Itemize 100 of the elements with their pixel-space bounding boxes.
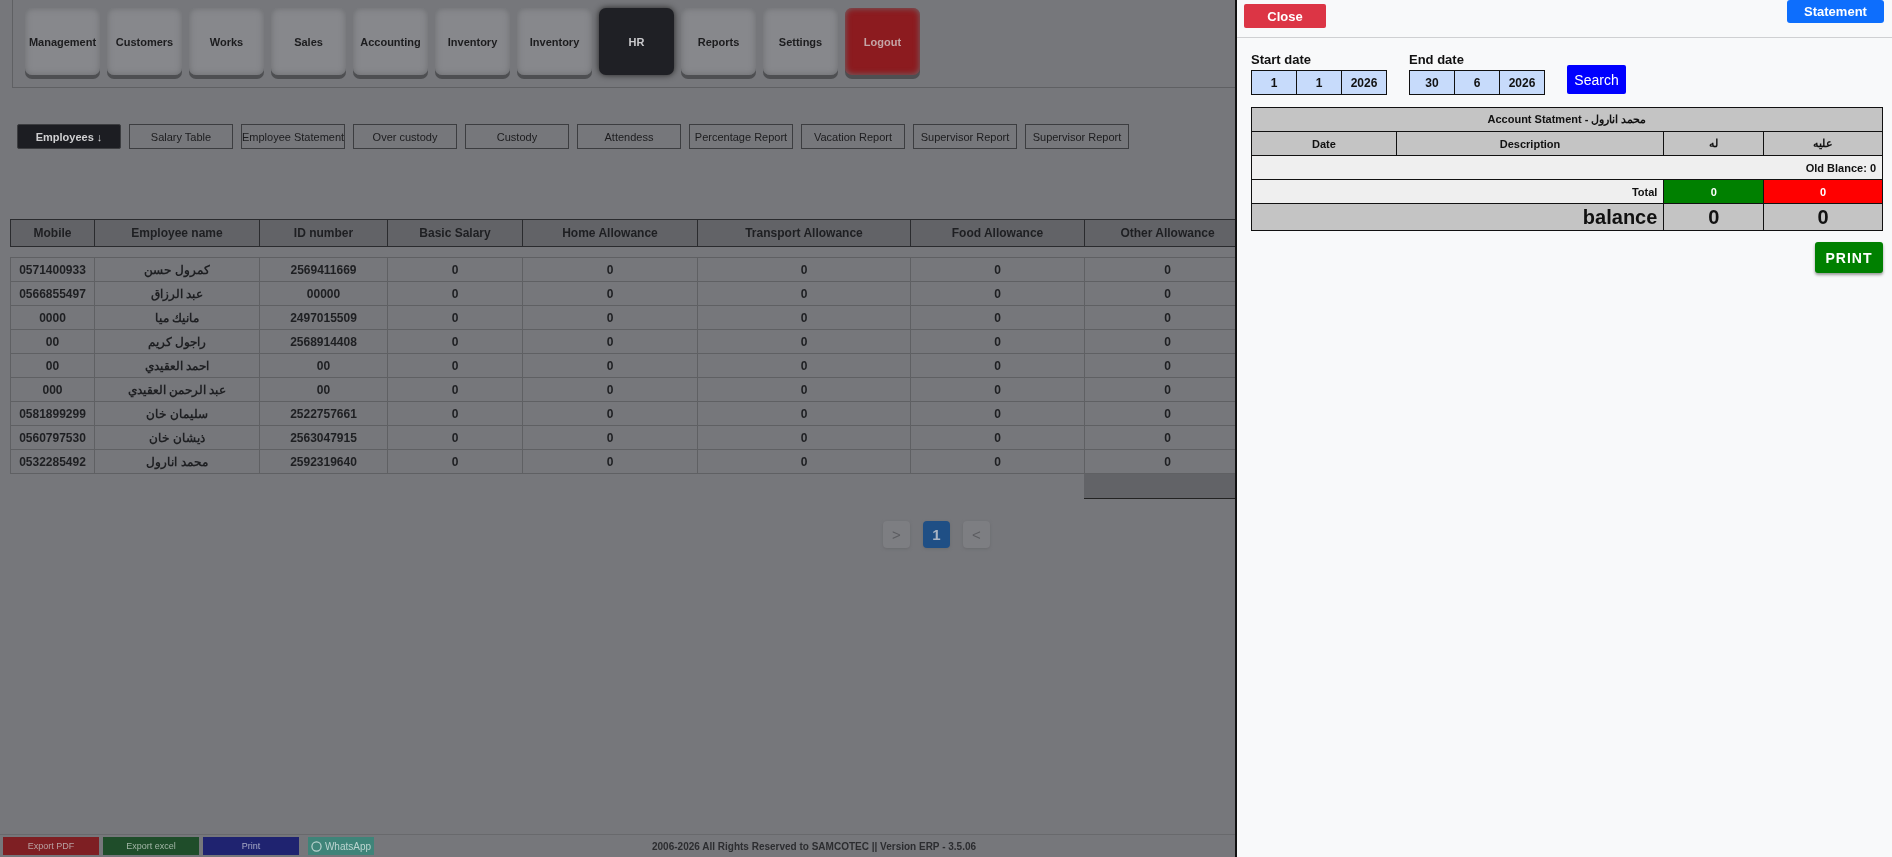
table-cell: 0 [910, 281, 1085, 306]
sub-tab[interactable]: Employees ↓ [17, 124, 121, 149]
table-cell: مانيك ميا [94, 305, 260, 330]
table-cell: احمد العقيدي [94, 353, 260, 378]
table-cell: 0 [697, 305, 911, 330]
table-cell: 0 [522, 353, 698, 378]
table-cell: 0 [697, 257, 911, 282]
table-cell: 0 [387, 425, 523, 450]
sub-tab[interactable]: Vacation Report [801, 124, 905, 149]
total-debit: 0 [1763, 179, 1883, 204]
table-cell: 2563047915 [259, 425, 388, 450]
date-label: Start date [1251, 52, 1312, 67]
table-cell: 0 [1084, 329, 1235, 354]
sub-tab[interactable]: Over custody [353, 124, 457, 149]
table-cell: 0581899299 [10, 401, 95, 426]
sub-tab[interactable]: Employee Statement [241, 124, 345, 149]
table-cell: 0 [387, 401, 523, 426]
sub-tab[interactable]: Supervisor Report [1025, 124, 1129, 149]
total-credit: 0 [1663, 179, 1764, 204]
table-cell: 0 [910, 305, 1085, 330]
sub-tab[interactable]: Salary Table [129, 124, 233, 149]
column-header: Transport Allowance [697, 219, 911, 247]
column-header: Basic Salary [387, 219, 523, 247]
table-cell: 0 [697, 401, 911, 426]
column-header: Home Allowance [522, 219, 698, 247]
table-cell: 000 [10, 377, 95, 402]
table-cell: 0 [1084, 305, 1235, 330]
statement-button[interactable]: Statement [1787, 0, 1884, 23]
table-cell: 0 [1084, 449, 1235, 474]
search-button[interactable]: Search [1567, 65, 1626, 94]
table-cell: 0 [1084, 377, 1235, 402]
table-cell: 00 [10, 353, 95, 378]
table-cell: 0 [1084, 257, 1235, 282]
sub-tab[interactable]: Attendess [577, 124, 681, 149]
table-cell: 00 [259, 353, 388, 378]
table-cell: 0 [1084, 425, 1235, 450]
balance-label: balance [1251, 203, 1664, 231]
table-cell: 0 [522, 425, 698, 450]
sub-tab[interactable]: Custody [465, 124, 569, 149]
table-cell: 0 [387, 377, 523, 402]
footer-button[interactable]: Print [203, 837, 299, 855]
table-cell: 0 [697, 353, 911, 378]
column-header: Employee name [94, 219, 260, 247]
table-cell: راجول كريم [94, 329, 260, 354]
table-cell: 0532285492 [10, 449, 95, 474]
date-field[interactable]: 6 [1454, 70, 1500, 95]
table-cell: 0 [697, 425, 911, 450]
date-field[interactable]: 2026 [1341, 70, 1387, 95]
table-cell: ذيشان خان [94, 425, 260, 450]
table-cell: 0 [522, 329, 698, 354]
table-cell: 0 [387, 305, 523, 330]
date-field[interactable]: 1 [1296, 70, 1342, 95]
table-cell: 0 [1084, 281, 1235, 306]
table-cell: 0 [1084, 401, 1235, 426]
print-button[interactable]: PRINT [1815, 242, 1883, 273]
footer-button[interactable]: Export excel [103, 837, 199, 855]
table-cell: 00 [259, 377, 388, 402]
date-field[interactable]: 2026 [1499, 70, 1545, 95]
table-cell: 2569411669 [259, 257, 388, 282]
table-cell: 0 [387, 353, 523, 378]
column-header: Description [1396, 131, 1664, 156]
table-cell: 0571400933 [10, 257, 95, 282]
table-cell: 0 [387, 329, 523, 354]
chat-icon [310, 840, 322, 852]
table-cell: كمرول حسن [94, 257, 260, 282]
page-button[interactable]: 1 [923, 521, 950, 548]
sub-tab[interactable]: Supervisor Report [913, 124, 1017, 149]
table-cell: 0 [910, 401, 1085, 426]
balance-debit: 0 [1763, 203, 1883, 231]
footer-button[interactable]: Export PDF [3, 837, 99, 855]
table-cell: 0 [522, 281, 698, 306]
nav-button[interactable]: HR [599, 8, 674, 75]
table-cell: 0 [910, 377, 1085, 402]
table-cell: 0 [387, 257, 523, 282]
column-header: Other Allowance [1084, 219, 1235, 247]
column-header: Date [1251, 131, 1397, 156]
table-cell: 0000 [10, 305, 95, 330]
table-cell: 0560797530 [10, 425, 95, 450]
table-cell: 0 [910, 449, 1085, 474]
copyright-text: 2006-2026 All Rights Reserved to SAMCOTEC || Version ERP - 3.5.06 [652, 840, 977, 852]
table-cell: 0 [387, 449, 523, 474]
date-field[interactable]: 1 [1251, 70, 1297, 95]
close-button[interactable]: Close [1244, 4, 1326, 28]
balance-credit: 0 [1663, 203, 1764, 231]
footer-button[interactable]: WhatsApp [308, 837, 374, 855]
table-cell: 00 [10, 329, 95, 354]
table-cell: عبد الرحمن العقيدي [94, 377, 260, 402]
table-cell: 0 [910, 425, 1085, 450]
table-cell: 2568914408 [259, 329, 388, 354]
column-header: Food Allowance [910, 219, 1085, 247]
table-cell: 0 [522, 257, 698, 282]
sub-tab[interactable]: Percentage Report [689, 124, 793, 149]
table-cell: 2592319640 [259, 449, 388, 474]
column-header: Mobile [10, 219, 95, 247]
total-label: Total [1251, 179, 1664, 204]
table-cell: 0 [910, 353, 1085, 378]
table-cell: 0 [697, 281, 911, 306]
column-header: له [1663, 131, 1764, 156]
table-cell: 0 [697, 377, 911, 402]
date-field[interactable]: 30 [1409, 70, 1455, 95]
